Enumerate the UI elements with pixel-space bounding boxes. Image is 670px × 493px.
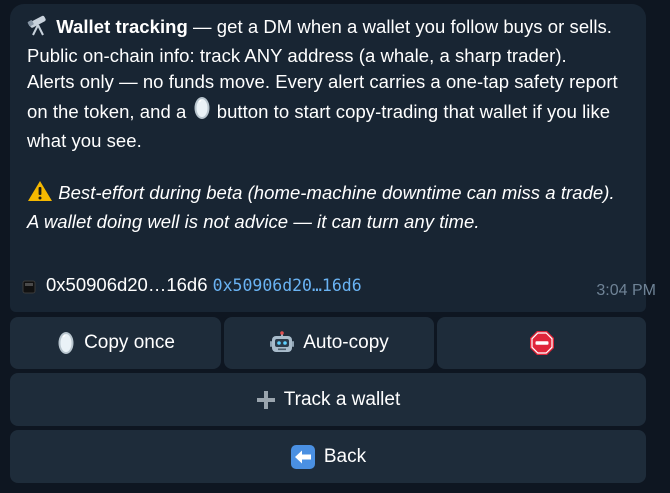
copy-once-label: Copy once <box>84 332 175 353</box>
wallet-square-icon <box>22 275 36 301</box>
auto-copy-button[interactable]: Auto-copy <box>224 317 434 369</box>
back-label: Back <box>323 445 367 467</box>
back-button[interactable]: Back <box>10 430 646 483</box>
message-title: Wallet tracking <box>56 16 188 37</box>
track-wallet-label: Track a wallet <box>283 388 401 410</box>
mirror-icon <box>56 330 76 356</box>
mirror-icon <box>192 95 212 128</box>
warning-icon <box>27 180 53 209</box>
warning-text: Best-effort during beta (home-machine do… <box>27 182 615 232</box>
wallet-address: 0x50906d20…16d6 <box>46 274 208 295</box>
copy-once-button[interactable]: Copy once <box>10 317 221 369</box>
telescope-icon <box>27 14 51 43</box>
robot-icon <box>269 331 295 355</box>
stop-button[interactable] <box>437 317 646 369</box>
wallet-address-code[interactable]: 0x50906d20…16d6 <box>213 276 362 295</box>
message-line-public: Public on-chain info: track ANY address … <box>27 45 567 66</box>
message-intro: — get a DM when a wallet you follow buys… <box>187 16 612 37</box>
back-arrow-icon <box>290 444 316 470</box>
track-wallet-button[interactable]: Track a wallet <box>10 373 646 426</box>
message-time: 3:04 PM <box>596 282 656 299</box>
wallet-address-line: 0x50906d20…16d6 0x50906d20…16d6 <box>22 272 362 301</box>
stop-sign-icon <box>529 330 555 356</box>
message-bubble: Wallet tracking — get a DM when a wallet… <box>10 4 646 312</box>
auto-copy-label: Auto-copy <box>303 332 389 353</box>
message-text: Wallet tracking — get a DM when a wallet… <box>27 14 630 235</box>
plus-icon <box>256 390 276 410</box>
